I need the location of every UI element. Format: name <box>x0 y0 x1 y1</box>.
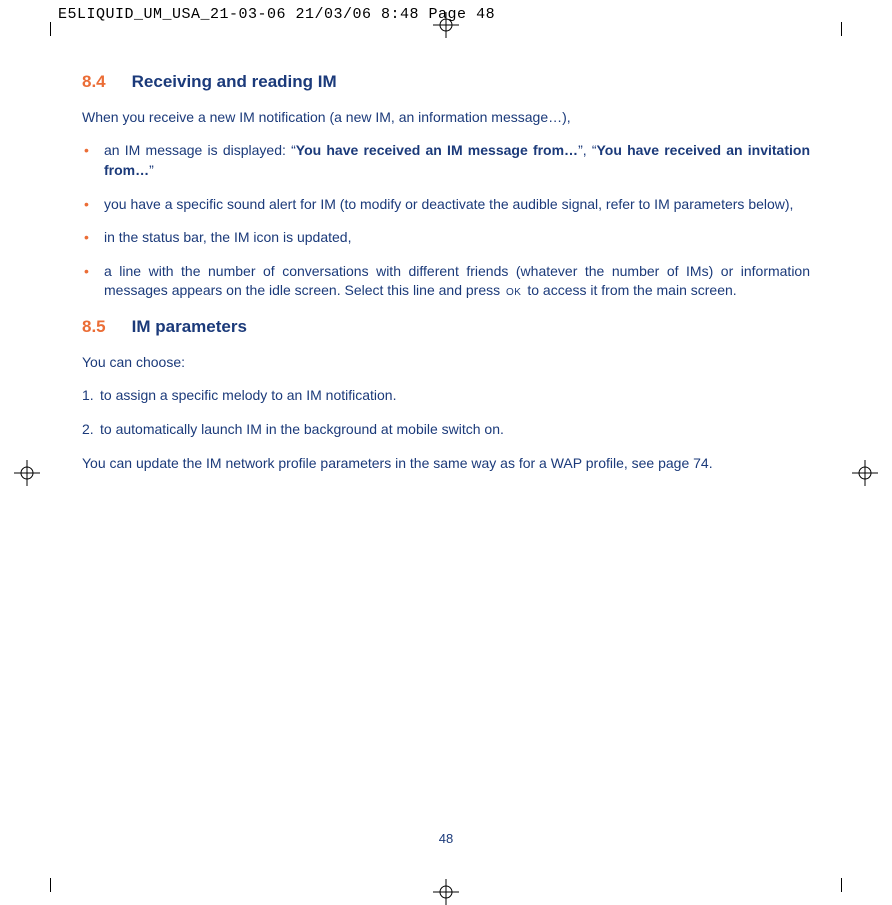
list-item: in the status bar, the IM icon is update… <box>82 228 810 248</box>
ok-key-icon: OK <box>504 286 523 300</box>
item-number: 1. <box>82 386 94 406</box>
list-item: a line with the number of conversations … <box>82 262 810 301</box>
section-title: Receiving and reading IM <box>132 70 337 94</box>
print-slug: E5LIQUID_UM_USA_21-03-06 21/03/06 8:48 P… <box>58 6 495 23</box>
registration-mark-top <box>433 12 459 38</box>
item-number: 2. <box>82 420 94 440</box>
list-item: you have a specific sound alert for IM (… <box>82 195 810 215</box>
text: ” <box>149 162 154 178</box>
section-heading-85: 8.5 IM parameters <box>82 315 810 339</box>
item-text: to automatically launch IM in the backgr… <box>100 421 504 437</box>
list-item: 2. to automatically launch IM in the bac… <box>82 420 810 440</box>
bold-text: You have received an IM message from… <box>296 142 578 158</box>
text: an IM message is displayed: “ <box>104 142 296 158</box>
intro-paragraph: You can choose: <box>82 353 810 373</box>
bullet-list: an IM message is displayed: “You have re… <box>82 141 810 301</box>
section-number: 8.5 <box>82 315 106 339</box>
intro-paragraph: When you receive a new IM notification (… <box>82 108 810 128</box>
numbered-list: 1. to assign a specific melody to an IM … <box>82 386 810 439</box>
item-text: to assign a specific melody to an IM not… <box>100 387 396 403</box>
page-content: 8.4 Receiving and reading IM When you re… <box>82 70 810 487</box>
list-item: an IM message is displayed: “You have re… <box>82 141 810 180</box>
section-number: 8.4 <box>82 70 106 94</box>
text: ”, “ <box>578 142 596 158</box>
section-heading-84: 8.4 Receiving and reading IM <box>82 70 810 94</box>
section-title: IM parameters <box>132 315 247 339</box>
text: to access it from the main screen. <box>523 282 736 298</box>
registration-mark-right <box>852 460 878 486</box>
registration-mark-left <box>14 460 40 486</box>
list-item: 1. to assign a specific melody to an IM … <box>82 386 810 406</box>
page-number: 48 <box>439 831 453 846</box>
outro-paragraph: You can update the IM network profile pa… <box>82 454 810 474</box>
registration-mark-bottom <box>433 879 459 905</box>
